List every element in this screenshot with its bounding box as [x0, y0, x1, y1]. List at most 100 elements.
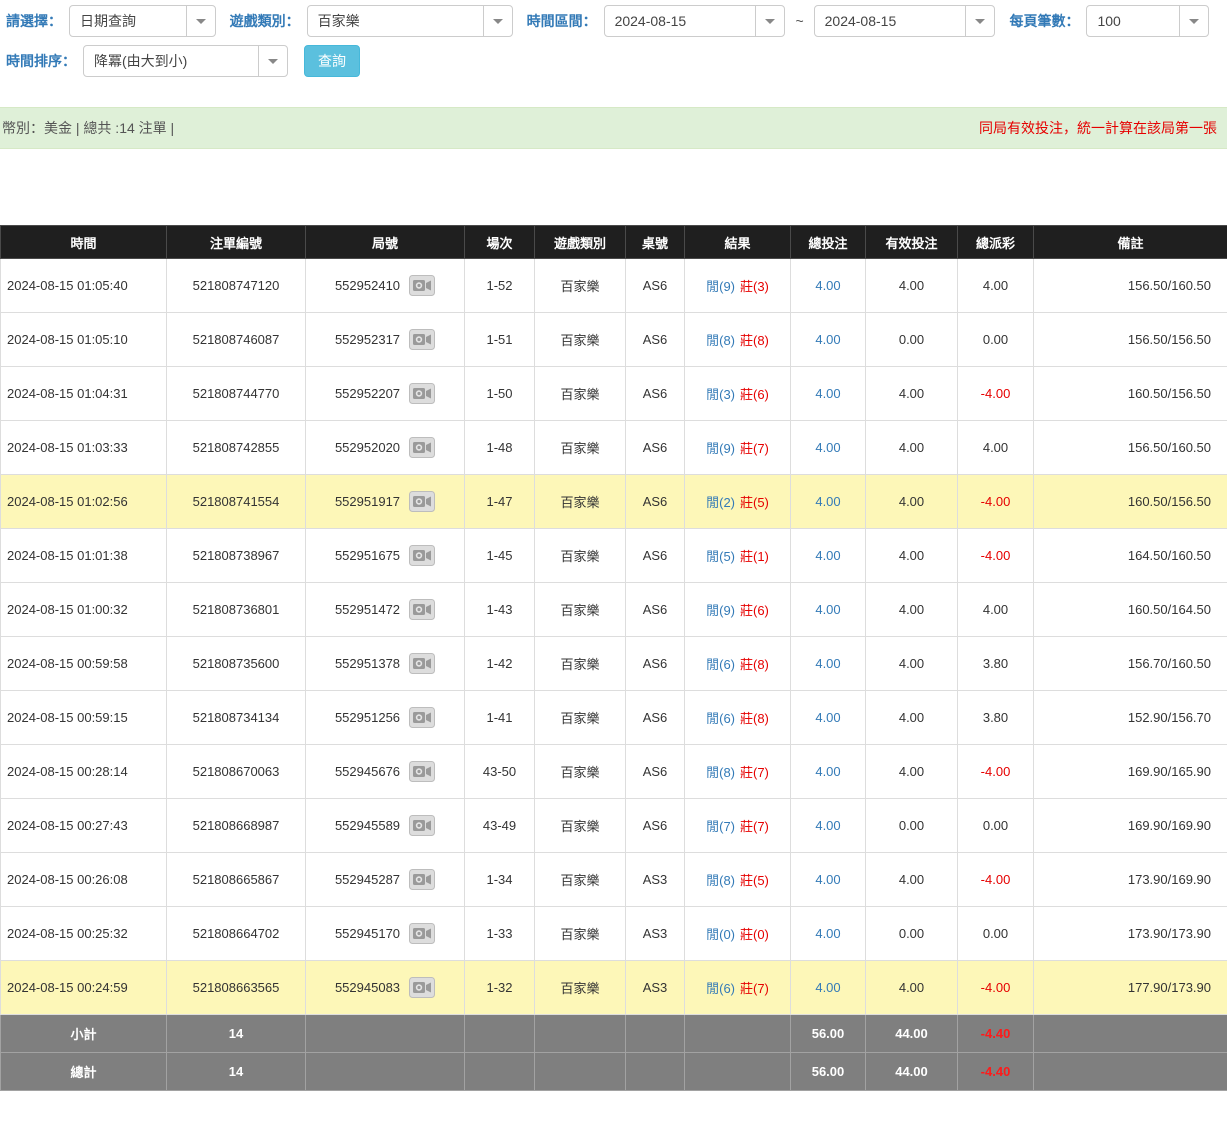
total-bet-link[interactable]: 4.00	[815, 926, 840, 941]
result-cell: 閒(8)莊(7)	[685, 745, 791, 799]
page-size-label: 每頁筆數：	[1009, 11, 1079, 31]
replay-icon[interactable]	[409, 923, 435, 944]
session-cell: 1-48	[465, 421, 535, 475]
remark-cell: 156.50/160.50	[1034, 421, 1227, 475]
total-bet-cell: 4.00	[791, 907, 866, 961]
table-row: 2024-08-15 00:25:32521808664702552945170…	[1, 907, 1227, 961]
remark-cell: 164.50/160.50	[1034, 529, 1227, 583]
date-from-select[interactable]: 2024-08-15	[604, 5, 786, 37]
total-bet-link[interactable]: 4.00	[815, 548, 840, 563]
total-bet-link[interactable]: 4.00	[815, 656, 840, 671]
session-cell: 1-41	[465, 691, 535, 745]
valid-bet-cell: 4.00	[866, 853, 958, 907]
page-size-value: 100	[1087, 6, 1179, 36]
total-bet-cell: 4.00	[791, 259, 866, 313]
time-cell: 2024-08-15 00:26:08	[1, 853, 167, 907]
valid-bet-cell: 4.00	[866, 367, 958, 421]
total-bet-cell: 4.00	[791, 421, 866, 475]
chevron-down-icon[interactable]	[1179, 6, 1208, 36]
total-bet-cell: 4.00	[791, 583, 866, 637]
table-row: 2024-08-15 00:59:58521808735600552951378…	[1, 637, 1227, 691]
bet-id-cell: 521808741554	[167, 475, 306, 529]
game-type-select[interactable]: 百家樂	[307, 5, 513, 37]
replay-icon[interactable]	[409, 437, 435, 458]
round-number: 552951256	[335, 710, 400, 725]
replay-icon[interactable]	[409, 383, 435, 404]
replay-icon[interactable]	[409, 275, 435, 296]
chevron-down-icon[interactable]	[483, 6, 512, 36]
chevron-down-icon[interactable]	[755, 6, 784, 36]
round-cell: 552952207	[306, 367, 465, 421]
game-type-cell: 百家樂	[535, 259, 626, 313]
session-cell: 1-47	[465, 475, 535, 529]
empty-cell	[535, 1015, 626, 1053]
total-bet-cell: 4.00	[791, 745, 866, 799]
replay-icon[interactable]	[409, 545, 435, 566]
total-bet-link[interactable]: 4.00	[815, 764, 840, 779]
game-type-cell: 百家樂	[535, 799, 626, 853]
remark-cell: 177.90/173.90	[1034, 961, 1227, 1015]
total-bet-link[interactable]: 4.00	[815, 710, 840, 725]
payout-cell: -4.00	[958, 853, 1034, 907]
summary-row: 小計1456.0044.00-4.40	[1, 1015, 1227, 1053]
query-button[interactable]: 查詢	[304, 45, 360, 77]
valid-bet-cell: 4.00	[866, 691, 958, 745]
sort-select[interactable]: 降冪(由大到小)	[83, 45, 288, 77]
total-bet-link[interactable]: 4.00	[815, 494, 840, 509]
replay-icon[interactable]	[409, 599, 435, 620]
bet-table: 時間注單編號局號場次遊戲類別桌號結果總投注有效投注總派彩備註 2024-08-1…	[0, 225, 1227, 1091]
replay-icon[interactable]	[409, 707, 435, 728]
result-cell: 閒(2)莊(5)	[685, 475, 791, 529]
remark-cell: 160.50/156.50	[1034, 367, 1227, 421]
round-cell: 552951472	[306, 583, 465, 637]
total-bet-link[interactable]: 4.00	[815, 602, 840, 617]
player-result: 閒(8)	[706, 765, 735, 780]
replay-icon[interactable]	[409, 977, 435, 998]
round-number: 552951378	[335, 656, 400, 671]
game-type-cell: 百家樂	[535, 313, 626, 367]
query-type-select[interactable]: 日期查詢	[69, 5, 216, 37]
replay-icon[interactable]	[409, 815, 435, 836]
replay-icon[interactable]	[409, 653, 435, 674]
total-bet-link[interactable]: 4.00	[815, 332, 840, 347]
round-cell: 552951256	[306, 691, 465, 745]
total-bet-link[interactable]: 4.00	[815, 818, 840, 833]
round-number: 552945676	[335, 764, 400, 779]
round-cell: 552952317	[306, 313, 465, 367]
chevron-down-icon[interactable]	[965, 6, 994, 36]
total-bet-link[interactable]: 4.00	[815, 980, 840, 995]
time-cell: 2024-08-15 00:28:14	[1, 745, 167, 799]
bet-id-cell: 521808663565	[167, 961, 306, 1015]
bet-id-cell: 521808746087	[167, 313, 306, 367]
chevron-down-icon[interactable]	[186, 6, 215, 36]
table-no-cell: AS6	[626, 421, 685, 475]
total-bet-link[interactable]: 4.00	[815, 386, 840, 401]
round-cell: 552945589	[306, 799, 465, 853]
chevron-down-icon[interactable]	[258, 46, 287, 76]
banker-result: 莊(7)	[740, 441, 769, 456]
table-row: 2024-08-15 00:27:43521808668987552945589…	[1, 799, 1227, 853]
time-cell: 2024-08-15 01:01:38	[1, 529, 167, 583]
column-header: 局號	[306, 226, 465, 259]
total-bet-link[interactable]: 4.00	[815, 440, 840, 455]
summary-payout: -4.40	[958, 1053, 1034, 1091]
bet-table-body: 2024-08-15 01:05:40521808747120552952410…	[1, 259, 1227, 1015]
replay-icon[interactable]	[409, 329, 435, 350]
game-type-cell: 百家樂	[535, 907, 626, 961]
replay-icon[interactable]	[409, 761, 435, 782]
total-bet-link[interactable]: 4.00	[815, 278, 840, 293]
banker-result: 莊(7)	[740, 981, 769, 996]
time-cell: 2024-08-15 00:59:58	[1, 637, 167, 691]
table-row: 2024-08-15 01:00:32521808736801552951472…	[1, 583, 1227, 637]
player-result: 閒(9)	[706, 279, 735, 294]
table-no-cell: AS6	[626, 475, 685, 529]
time-range-label: 時間區間：	[527, 11, 597, 31]
replay-icon[interactable]	[409, 491, 435, 512]
replay-icon[interactable]	[409, 869, 435, 890]
page-size-select[interactable]: 100	[1086, 5, 1209, 37]
date-to-select[interactable]: 2024-08-15	[814, 5, 996, 37]
banker-result: 莊(6)	[740, 387, 769, 402]
total-bet-link[interactable]: 4.00	[815, 872, 840, 887]
player-result: 閒(9)	[706, 603, 735, 618]
table-row: 2024-08-15 01:02:56521808741554552951917…	[1, 475, 1227, 529]
